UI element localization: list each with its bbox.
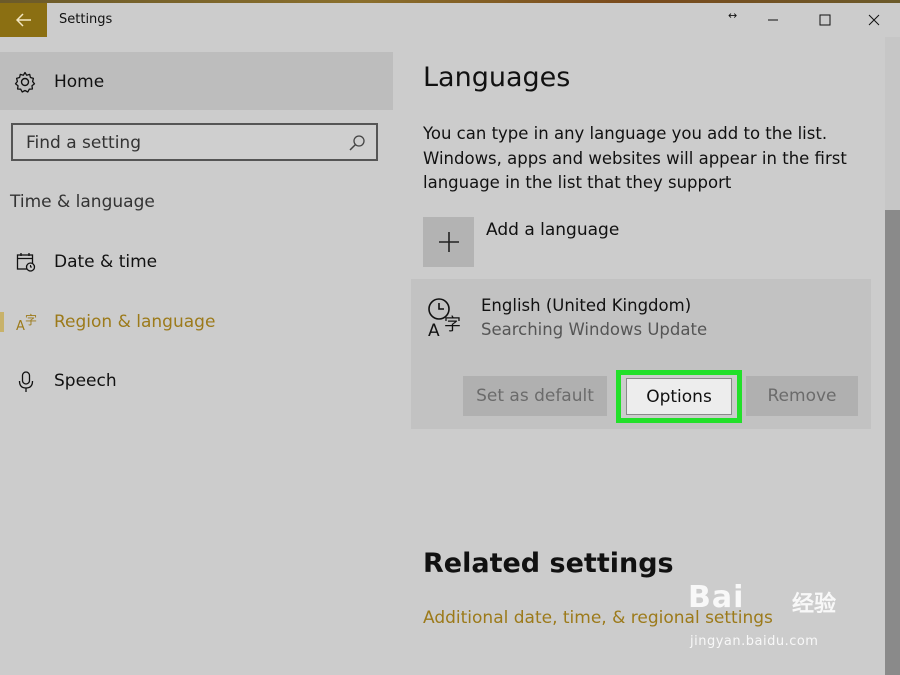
watermark-brand-cn: 经验 — [792, 592, 837, 617]
sidebar-home-label: Home — [54, 72, 105, 92]
minimize-button[interactable] — [750, 3, 796, 37]
maximize-icon — [819, 14, 831, 26]
language-list-item[interactable]: A 字 English (United Kingdom) Searching W… — [411, 279, 871, 429]
sidebar-item-date-time[interactable]: Date & time — [0, 242, 393, 282]
watermark-url: jingyan.baidu.com — [690, 634, 819, 649]
window-title: Settings — [59, 12, 113, 27]
calendar-clock-icon — [16, 252, 36, 276]
sidebar-item-label: Speech — [54, 371, 117, 391]
microphone-icon — [16, 371, 36, 397]
sidebar-home[interactable]: Home — [0, 52, 393, 110]
language-name: English (United Kingdom) — [481, 296, 692, 315]
svg-text:A: A — [16, 319, 25, 332]
close-button[interactable] — [851, 3, 897, 37]
baidu-watermark: Bai 经验 jingyan.baidu.com — [688, 580, 863, 652]
title-bar: Settings ↔ — [0, 3, 900, 37]
language-clock-icon: A 字 — [426, 296, 468, 342]
watermark-brand: Bai — [688, 580, 745, 615]
gear-icon — [14, 71, 36, 97]
minimize-icon — [768, 19, 778, 21]
set-as-default-button[interactable]: Set as default — [463, 376, 607, 416]
search-input[interactable]: Find a setting — [11, 123, 378, 161]
close-icon — [868, 14, 880, 26]
sidebar-section-label: Time & language — [10, 192, 155, 212]
maximize-button[interactable] — [802, 3, 848, 37]
plus-icon — [438, 232, 459, 252]
svg-text:字: 字 — [25, 312, 37, 327]
options-button[interactable]: Options — [626, 378, 732, 415]
search-placeholder: Find a setting — [26, 133, 141, 153]
language-status: Searching Windows Update — [481, 320, 708, 339]
resize-icon: ↔ — [728, 9, 738, 22]
search-icon — [348, 134, 366, 156]
sidebar-item-region-language[interactable]: A 字 Region & language — [0, 302, 393, 342]
related-settings-title: Related settings — [423, 548, 674, 579]
scrollbar-thumb[interactable] — [885, 210, 900, 675]
page-title: Languages — [423, 62, 571, 93]
back-arrow-icon — [15, 13, 31, 27]
languages-description: You can type in any language you add to … — [423, 124, 847, 192]
remove-button[interactable]: Remove — [746, 376, 858, 416]
svg-text:A: A — [428, 321, 440, 338]
add-language-label[interactable]: Add a language — [486, 220, 619, 240]
options-highlight: Options — [616, 370, 742, 423]
add-language-button[interactable] — [423, 217, 474, 267]
sidebar-item-label: Region & language — [54, 312, 216, 332]
sidebar-item-label: Date & time — [54, 252, 158, 272]
svg-text:字: 字 — [444, 315, 461, 335]
back-button[interactable] — [0, 3, 47, 37]
sidebar-item-speech[interactable]: Speech — [0, 361, 393, 401]
language-icon: A 字 — [16, 312, 38, 336]
active-indicator — [0, 312, 4, 332]
